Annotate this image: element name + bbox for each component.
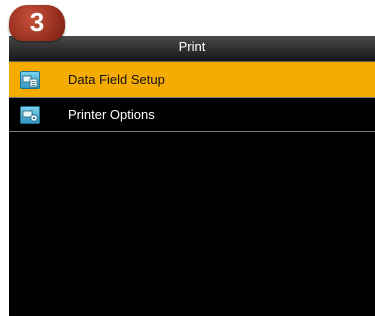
menu-list: Data Field Setup Printer Options (9, 62, 375, 132)
printer-options-icon (20, 106, 40, 124)
page-title: Print (178, 39, 206, 54)
menu-item-printer-options[interactable]: Printer Options (9, 98, 375, 132)
menu-item-data-field-setup[interactable]: Data Field Setup (9, 62, 375, 98)
menu-item-label: Printer Options (68, 107, 155, 122)
title-bar: Print (9, 36, 375, 62)
menu-item-label: Data Field Setup (68, 72, 165, 87)
device-screen: Print Data Field Setup Printer Options (9, 36, 375, 316)
step-number-badge: 3 (9, 5, 65, 41)
step-number: 3 (29, 7, 45, 37)
data-field-setup-icon (20, 71, 40, 89)
